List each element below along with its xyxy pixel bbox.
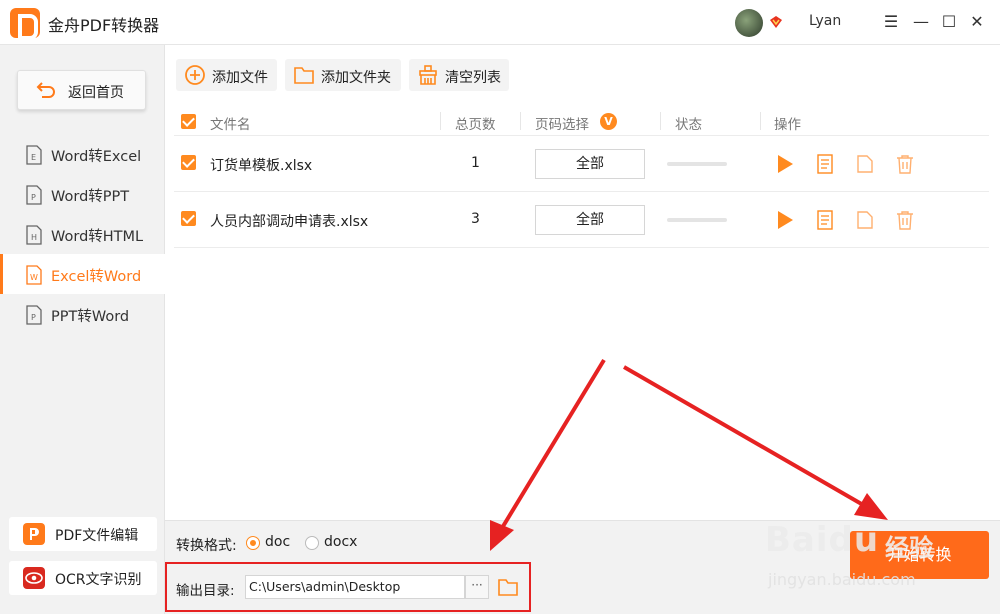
app-logo-icon [10,8,40,40]
svg-text:P: P [31,313,36,322]
pdf-edit-button[interactable]: PDF文件编辑 [9,517,157,551]
home-button[interactable]: 返回首页 [17,70,146,110]
folder-open-icon[interactable] [854,209,876,231]
svg-text:H: H [31,233,37,242]
clear-list-label: 清空列表 [445,70,501,86]
format-radio-docx[interactable] [305,536,319,550]
page-select-badge[interactable]: V [600,113,617,130]
column-divider [520,112,521,130]
arrow-to-start [623,365,888,520]
svg-text:E: E [31,153,36,162]
document-icon: P [26,305,42,325]
clear-list-button[interactable]: 清空列表 [409,59,509,91]
eye-icon [23,567,45,589]
sidebar-item-label: Word转PPT [51,189,130,205]
sidebar-item-excel-to-word[interactable]: W Excel转Word [0,254,165,294]
sidebar-item-label: PPT转Word [51,309,130,325]
return-icon [36,82,55,98]
watermark-subtitle: 经验 [885,534,933,562]
row-checkbox[interactable] [181,155,196,170]
table-row: 人员内部调动申请表.xlsx 3 全部 [174,192,989,248]
maximize-button[interactable]: ☐ [939,12,959,32]
document-icon: H [26,225,42,245]
add-folder-button[interactable]: 添加文件夹 [285,59,401,91]
trash-icon[interactable] [894,153,916,175]
status-progress-bar [667,162,727,166]
sidebar-item-word-to-html[interactable]: H Word转HTML [0,214,165,254]
vip-icon [770,16,782,28]
trash-icon[interactable] [894,209,916,231]
broom-icon [419,65,437,85]
avatar[interactable] [735,9,763,37]
format-label: 转换格式: [176,538,237,554]
column-actions: 操作 [774,117,801,133]
app-title: 金舟PDF转换器 [48,16,160,35]
sidebar-item-label: Excel转Word [51,269,142,285]
svg-text:W: W [30,273,38,282]
sidebar-item-label: Word转HTML [51,229,144,245]
ocr-label: OCR文字识别 [55,572,142,588]
column-page-select: 页码选择 [535,117,589,133]
sidebar-item-ppt-to-word[interactable]: P PPT转Word [0,294,165,334]
column-divider [440,112,441,130]
play-icon[interactable] [774,209,796,231]
home-button-label: 返回首页 [68,85,124,101]
pdf-editor-icon [23,523,45,545]
document-icon: E [26,145,42,165]
page-select-field[interactable]: 全部 [535,149,645,179]
play-icon[interactable] [774,153,796,175]
sidebar-item-label: Word转Excel [51,149,142,165]
page-select-field[interactable]: 全部 [535,205,645,235]
document-icon: W [26,265,42,285]
watermark-logo: Baidu [765,520,880,560]
username[interactable]: Lyan [809,13,841,29]
page-count: 3 [471,211,480,227]
row-checkbox[interactable] [181,211,196,226]
close-button[interactable]: ✕ [967,12,987,32]
document-icon: P [26,185,42,205]
column-status: 状态 [675,117,702,133]
title-bar: 金舟PDF转换器 Lyan ☰ — ☐ ✕ [0,0,1000,45]
add-file-button[interactable]: 添加文件 [176,59,277,91]
select-all-checkbox[interactable] [181,114,196,129]
minimize-button[interactable]: — [911,12,931,32]
file-name: 订货单模板.xlsx [210,158,313,174]
svg-text:P: P [31,193,36,202]
add-circle-icon [185,65,205,85]
status-progress-bar [667,218,727,222]
page-count: 1 [471,155,480,171]
pdf-edit-label: PDF文件编辑 [55,528,139,544]
folder-open-icon[interactable] [854,153,876,175]
format-doc-label[interactable]: doc [265,534,290,550]
add-file-label: 添加文件 [212,70,268,86]
sidebar-item-word-to-ppt[interactable]: P Word转PPT [0,174,165,214]
folder-icon [294,67,314,84]
format-docx-label[interactable]: docx [324,534,357,550]
table-row: 订货单模板.xlsx 1 全部 [174,136,989,192]
column-filename: 文件名 [210,117,251,133]
sidebar-item-word-to-excel[interactable]: E Word转Excel [0,134,165,174]
column-divider [760,112,761,130]
menu-button[interactable]: ☰ [881,12,901,32]
watermark-url: jingyan.baidu.com [768,570,916,589]
document-list-icon[interactable] [814,209,836,231]
annotation-highlight-box [165,562,531,612]
ocr-button[interactable]: OCR文字识别 [9,561,157,595]
format-radio-doc[interactable] [246,536,260,550]
column-divider [660,112,661,130]
add-folder-label: 添加文件夹 [321,70,391,86]
table-header: 文件名 总页数 页码选择 V 状态 操作 [174,108,989,136]
document-list-icon[interactable] [814,153,836,175]
sidebar: 返回首页 E Word转Excel P Word转PPT H Word转HTML… [0,45,165,614]
file-name: 人员内部调动申请表.xlsx [210,214,369,230]
column-pages: 总页数 [455,117,496,133]
